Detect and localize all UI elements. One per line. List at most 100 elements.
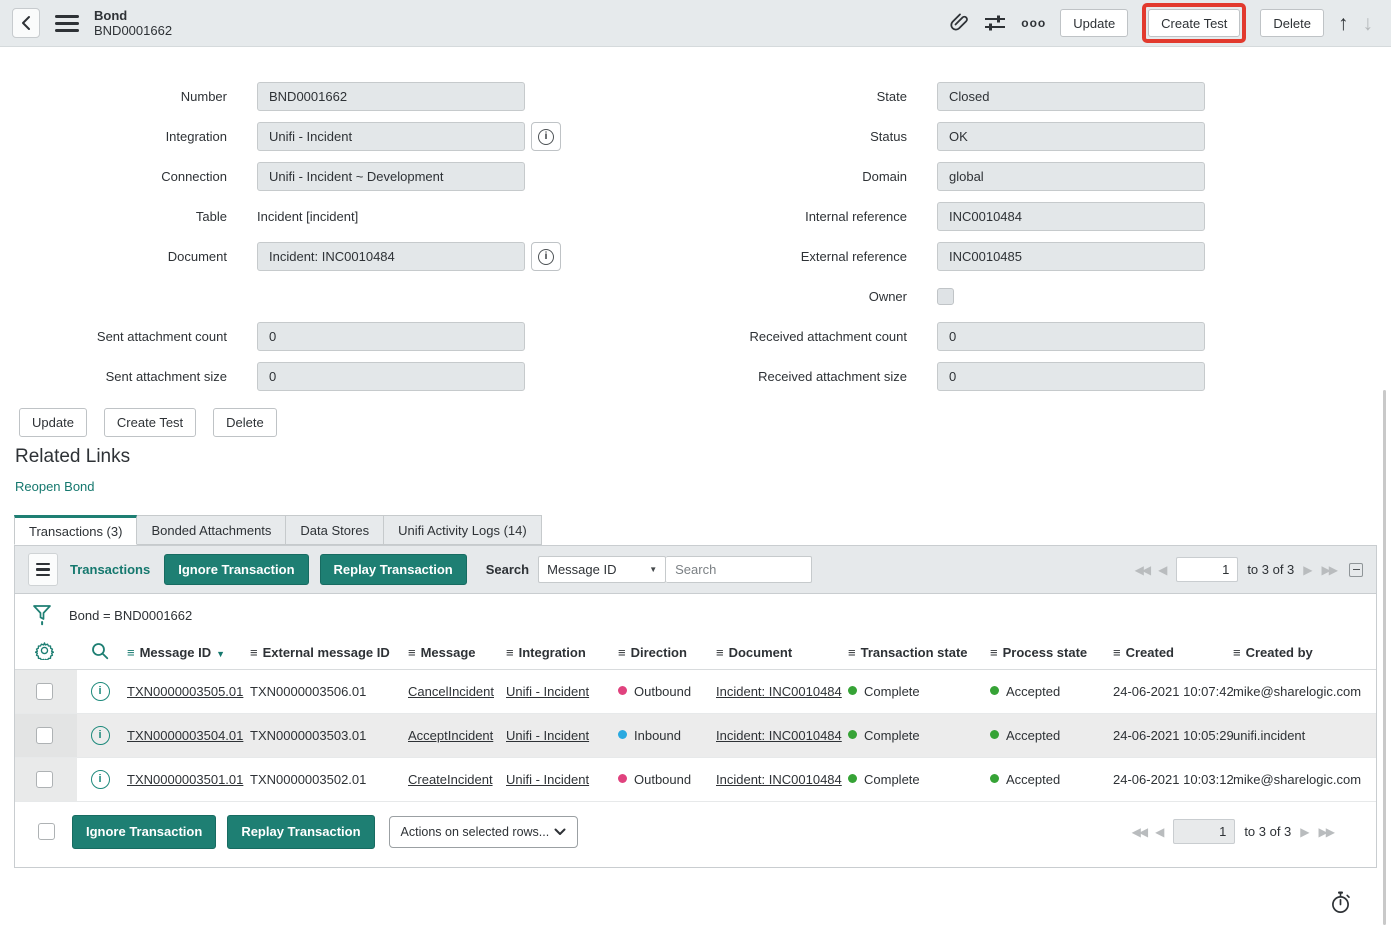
- update-button-header[interactable]: Update: [1060, 9, 1128, 37]
- replay-transaction-button-bottom[interactable]: Replay Transaction: [227, 815, 374, 849]
- field-label: External reference: [680, 249, 907, 264]
- column-menu-icon[interactable]: ≡: [848, 645, 856, 660]
- external-message-id: TXN0000003506.01: [250, 684, 366, 699]
- column-menu-icon[interactable]: ≡: [250, 645, 258, 660]
- breadcrumb-filter[interactable]: Bond = BND0001662: [69, 608, 192, 623]
- external-reference-field: INC0010485: [937, 242, 1205, 271]
- field-document: Document Incident: INC0010484 i: [0, 242, 600, 271]
- previous-page-icon[interactable]: ◀: [1155, 825, 1164, 839]
- column-header-transaction-state[interactable]: ≡Transaction state: [848, 636, 990, 669]
- row-checkbox[interactable]: [36, 771, 53, 788]
- field-label: State: [680, 89, 907, 104]
- last-page-icon[interactable]: ▶▶: [1319, 825, 1333, 839]
- more-options-icon[interactable]: ooo: [1021, 16, 1046, 30]
- message-link[interactable]: AcceptIncident: [408, 728, 493, 743]
- list-pagination-top: ◀◀ ◀ to 3 of 3 ▶ ▶▶: [1135, 557, 1363, 582]
- column-header-direction[interactable]: ≡Direction: [618, 636, 716, 669]
- table-row: i TXN0000003505.01 TXN0000003506.01 Canc…: [15, 669, 1376, 713]
- column-menu-icon[interactable]: ≡: [990, 645, 998, 660]
- page-number-input[interactable]: [1173, 819, 1235, 844]
- column-menu-icon[interactable]: ≡: [618, 645, 626, 660]
- tab-bonded-attachments[interactable]: Bonded Attachments: [137, 515, 286, 545]
- document-field: Incident: INC0010484: [257, 242, 525, 271]
- list-search-input[interactable]: [666, 556, 812, 583]
- ignore-transaction-button-top[interactable]: Ignore Transaction: [164, 554, 308, 585]
- row-checkbox[interactable]: [36, 727, 53, 744]
- row-info-icon[interactable]: i: [91, 770, 110, 789]
- message-link[interactable]: CreateIncident: [408, 772, 493, 787]
- column-menu-icon[interactable]: ≡: [716, 645, 724, 660]
- row-info-icon[interactable]: i: [91, 726, 110, 745]
- previous-record-arrow-icon[interactable]: ↑: [1338, 13, 1349, 34]
- document-link[interactable]: Incident: INC0010484: [716, 772, 842, 787]
- tab-unifi-activity-logs[interactable]: Unifi Activity Logs (14): [384, 515, 542, 545]
- delete-button-form[interactable]: Delete: [213, 408, 277, 437]
- page-scrollbar[interactable]: [1383, 390, 1386, 925]
- column-header-external-message-id[interactable]: ≡External message ID: [250, 636, 408, 669]
- attachment-paperclip-icon[interactable]: [949, 12, 969, 34]
- owner-checkbox[interactable]: [937, 288, 954, 305]
- transactions-table: ≡Message ID▼ ≡External message ID ≡Messa…: [15, 636, 1376, 802]
- integration-link[interactable]: Unifi - Incident: [506, 772, 589, 787]
- column-header-integration[interactable]: ≡Integration: [506, 636, 618, 669]
- message-id-link[interactable]: TXN0000003505.01: [127, 684, 243, 699]
- document-info-button[interactable]: i: [531, 242, 561, 271]
- update-button-form[interactable]: Update: [19, 408, 87, 437]
- response-time-stopwatch-icon[interactable]: [1330, 891, 1351, 914]
- page-number-input[interactable]: [1176, 557, 1238, 582]
- delete-button-header[interactable]: Delete: [1260, 9, 1324, 37]
- reopen-bond-link[interactable]: Reopen Bond: [15, 479, 95, 494]
- message-id-link[interactable]: TXN0000003504.01: [127, 728, 243, 743]
- message-link[interactable]: CancelIncident: [408, 684, 494, 699]
- tab-transactions[interactable]: Transactions (3): [14, 515, 137, 545]
- row-info-icon[interactable]: i: [91, 682, 110, 701]
- column-menu-icon[interactable]: ≡: [408, 645, 416, 660]
- received-attachment-count-field: 0: [937, 322, 1205, 351]
- previous-page-icon[interactable]: ◀: [1158, 563, 1167, 577]
- create-test-button-header[interactable]: Create Test: [1148, 9, 1240, 37]
- column-header-created-by[interactable]: ≡Created by: [1233, 636, 1376, 669]
- list-toolbar: Transactions Ignore Transaction Replay T…: [15, 546, 1376, 594]
- back-button[interactable]: [12, 8, 40, 38]
- context-menu-icon[interactable]: [55, 15, 79, 32]
- column-menu-icon[interactable]: ≡: [1113, 645, 1121, 660]
- column-header-created[interactable]: ≡Created: [1113, 636, 1233, 669]
- column-search-icon[interactable]: [77, 636, 127, 669]
- column-header-message-id[interactable]: ≡Message ID▼: [127, 636, 250, 669]
- next-page-icon[interactable]: ▶: [1300, 825, 1309, 839]
- column-header-message[interactable]: ≡Message: [408, 636, 506, 669]
- record-title: Bond BND0001662: [94, 8, 172, 38]
- message-id-link[interactable]: TXN0000003501.01: [127, 772, 243, 787]
- minimize-list-icon[interactable]: [1349, 563, 1363, 577]
- first-page-icon[interactable]: ◀◀: [1132, 825, 1146, 839]
- gear-icon[interactable]: [15, 636, 77, 669]
- integration-info-button[interactable]: i: [531, 122, 561, 151]
- replay-transaction-button-top[interactable]: Replay Transaction: [320, 554, 467, 585]
- personalize-form-sliders-icon[interactable]: [983, 13, 1007, 33]
- next-page-icon[interactable]: ▶: [1303, 563, 1312, 577]
- first-page-icon[interactable]: ◀◀: [1135, 563, 1149, 577]
- document-link[interactable]: Incident: INC0010484: [716, 684, 842, 699]
- column-menu-icon[interactable]: ≡: [506, 645, 514, 660]
- tab-data-stores[interactable]: Data Stores: [286, 515, 384, 545]
- column-header-process-state[interactable]: ≡Process state: [990, 636, 1113, 669]
- integration-link[interactable]: Unifi - Incident: [506, 728, 589, 743]
- last-page-icon[interactable]: ▶▶: [1322, 563, 1336, 577]
- ignore-transaction-button-bottom[interactable]: Ignore Transaction: [72, 815, 216, 849]
- column-menu-icon[interactable]: ≡: [1233, 645, 1241, 660]
- column-header-document[interactable]: ≡Document: [716, 636, 848, 669]
- row-checkbox[interactable]: [36, 683, 53, 700]
- filter-funnel-icon[interactable]: [32, 604, 52, 627]
- document-link[interactable]: Incident: INC0010484: [716, 728, 842, 743]
- list-context-menu-icon[interactable]: [28, 553, 58, 586]
- created-by-value: unifi.incident: [1233, 728, 1305, 743]
- search-field-select[interactable]: Message ID ▼: [538, 556, 666, 583]
- integration-link[interactable]: Unifi - Incident: [506, 684, 589, 699]
- create-test-button-form[interactable]: Create Test: [104, 408, 196, 437]
- actions-on-selected-rows-select[interactable]: Actions on selected rows...: [389, 816, 578, 848]
- domain-field: global: [937, 162, 1205, 191]
- field-number: Number BND0001662: [0, 82, 600, 111]
- column-menu-icon[interactable]: ≡: [127, 645, 135, 660]
- field-domain: Domain global: [680, 162, 1280, 191]
- select-all-checkbox[interactable]: [38, 823, 55, 840]
